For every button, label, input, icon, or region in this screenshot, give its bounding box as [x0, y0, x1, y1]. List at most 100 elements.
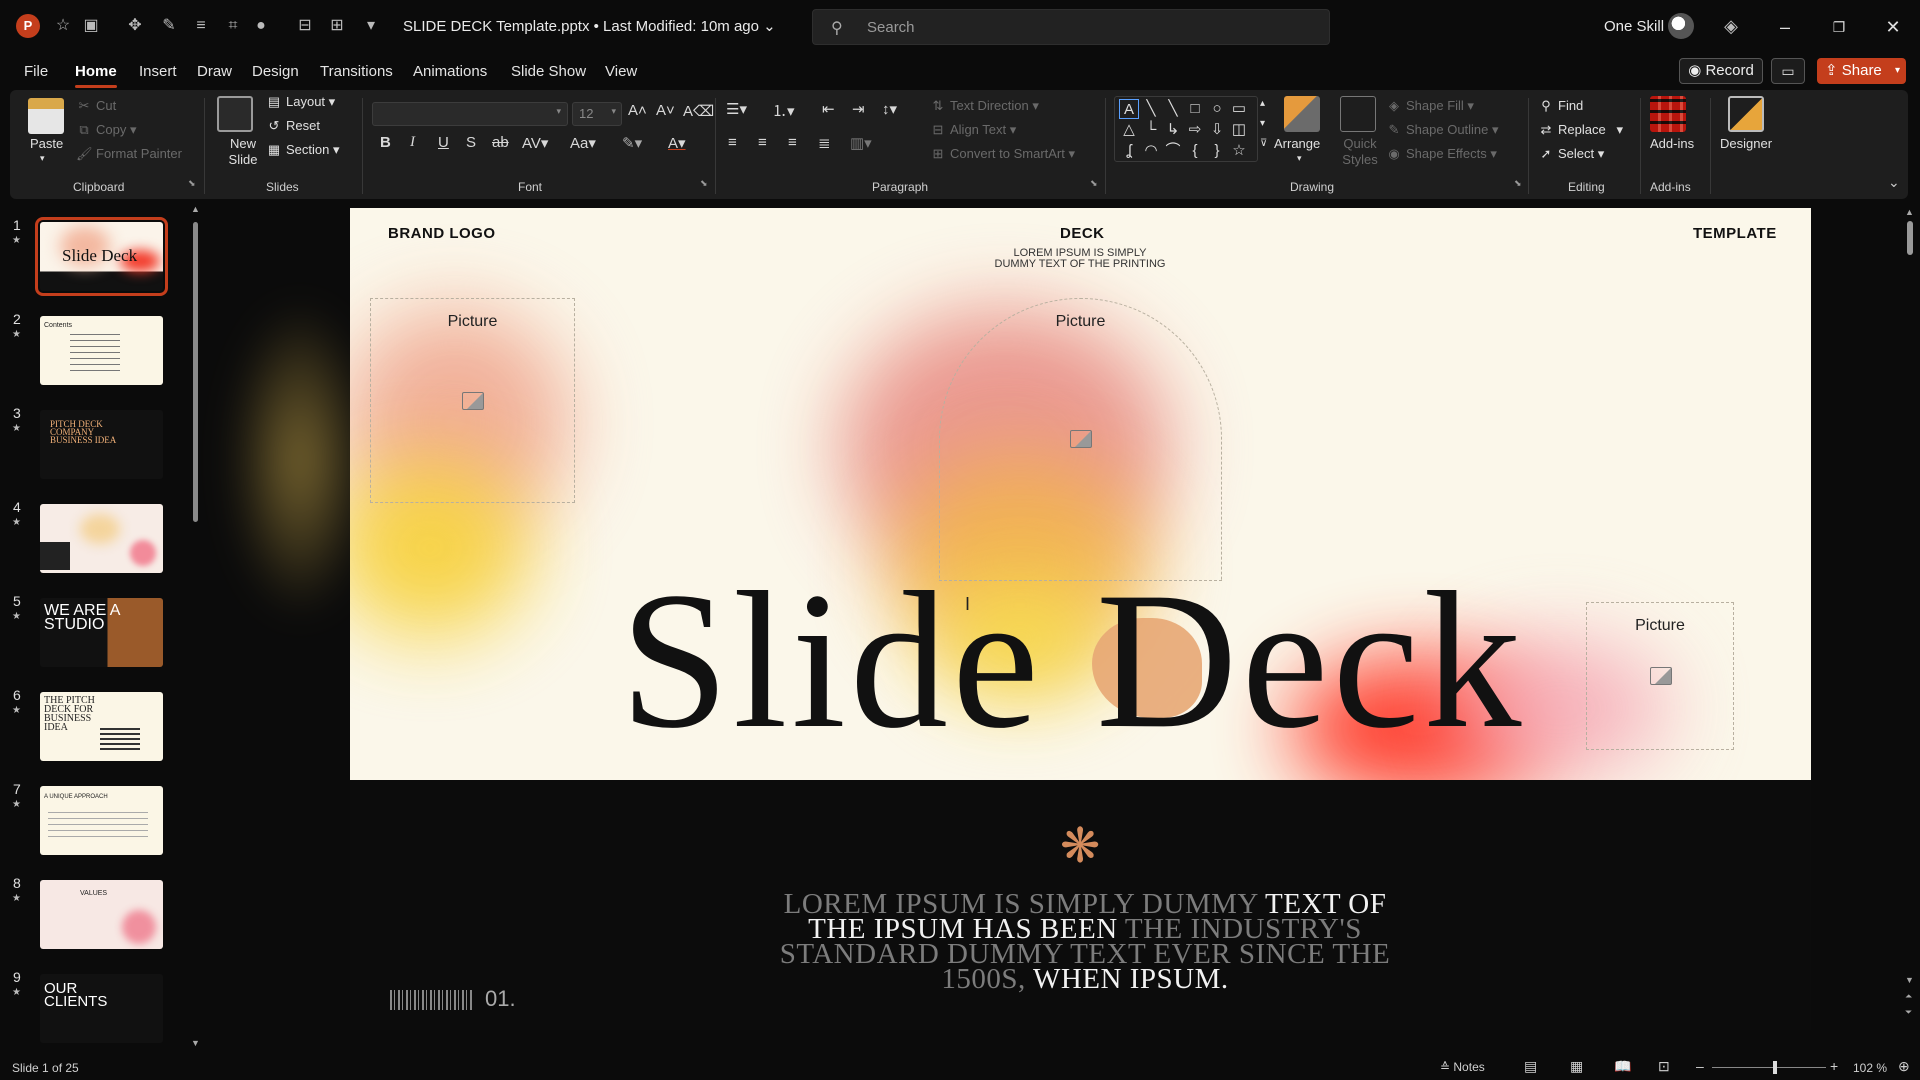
draw-icon[interactable]: ✎ [158, 15, 180, 37]
connector-shape-icon[interactable]: └ [1141, 120, 1161, 140]
canvas-scrollbar[interactable]: ▲ ▼ ⏶ ⏷ [1902, 207, 1918, 1027]
thumbnail-slide-5[interactable]: WE ARE A STUDIO [40, 598, 163, 667]
arc-shape-icon[interactable]: ⌒ [1163, 141, 1183, 161]
save-icon[interactable]: ▣ [80, 15, 102, 37]
thumbnail-slide-2[interactable]: Contents [40, 316, 163, 385]
autosave-icon[interactable]: ☆ [52, 15, 74, 37]
comments-button[interactable]: ▭ [1771, 58, 1805, 84]
decrease-indent-icon[interactable]: ⇤ [822, 100, 835, 118]
cut-button[interactable]: ✂ Cut [76, 98, 117, 114]
elbow-shape-icon[interactable]: ↳ [1163, 120, 1183, 140]
zoom-out-icon[interactable]: – [1696, 1058, 1704, 1074]
deck-heading[interactable]: DECK [1060, 225, 1105, 242]
customize-qat-icon[interactable]: ▾ [360, 15, 382, 37]
text-box-shape-icon[interactable]: A [1119, 99, 1139, 119]
decrease-font-icon[interactable]: A˅ [656, 102, 675, 119]
brand-logo-text[interactable]: BRAND LOGO [388, 225, 496, 242]
slide-title[interactable]: Slide Deck [620, 563, 1620, 759]
select-button[interactable]: ➚ Select ▾ [1538, 146, 1605, 162]
thumbnail-slide-8[interactable]: VALUES [40, 880, 163, 949]
tab-view[interactable]: View [605, 63, 637, 80]
share-dropdown-icon[interactable]: ▾ [1895, 58, 1900, 84]
thumbnail-slide-7[interactable]: A UNIQUE APPROACH [40, 786, 163, 855]
font-launcher-icon[interactable]: ⬊ [700, 178, 708, 189]
shapes-more-icon[interactable]: ⊽ [1260, 138, 1267, 149]
user-name[interactable]: One Skill [1604, 18, 1664, 35]
clipboard-launcher-icon[interactable]: ⬊ [188, 178, 196, 189]
change-case-icon[interactable]: Aa▾ [570, 134, 596, 152]
scroll-thumb[interactable] [193, 222, 198, 522]
notes-button[interactable]: ≙ Notes [1440, 1060, 1485, 1074]
align-text-button[interactable]: ⊟ Align Text ▾ [930, 122, 1017, 138]
font-color-icon[interactable]: A▾ [668, 134, 686, 152]
layout-button[interactable]: ▤ Layout ▾ [266, 94, 335, 110]
add-ins-icon[interactable] [1650, 96, 1686, 132]
tab-home[interactable]: Home [75, 63, 117, 88]
paste-icon[interactable] [28, 98, 64, 134]
template-text[interactable]: TEMPLATE [1693, 225, 1777, 242]
crop-icon[interactable]: ⌗ [222, 15, 244, 37]
previous-slide-icon[interactable]: ⏶ [1905, 991, 1912, 1002]
shadow-icon[interactable]: S [466, 134, 476, 151]
reset-button[interactable]: ↺ Reset [266, 118, 320, 134]
tab-design[interactable]: Design [252, 63, 299, 80]
thumbnails-scrollbar[interactable]: ▲ ▼ [191, 204, 200, 1050]
document-title[interactable]: SLIDE DECK Template.pptx • Last Modified… [403, 17, 776, 35]
curve-shape-icon[interactable]: ◠ [1141, 141, 1161, 161]
flowchart-shape-icon[interactable]: ◫ [1229, 120, 1249, 140]
star-shape-icon[interactable]: ☆ [1229, 141, 1249, 161]
zoom-in-icon[interactable]: + [1830, 1058, 1838, 1074]
drawing-launcher-icon[interactable]: ⬊ [1514, 178, 1522, 189]
deck-subheading[interactable]: LOREM IPSUM IS SIMPLY DUMMY TEXT OF THE … [970, 248, 1190, 270]
new-slide-icon[interactable] [217, 96, 253, 132]
rectangle-shape-icon[interactable]: □ [1185, 99, 1205, 119]
oval-shape-icon[interactable]: ○ [1207, 99, 1227, 119]
replace-button[interactable]: ⇄ Replace ▾ [1538, 122, 1624, 138]
scroll-up-icon[interactable]: ▲ [191, 204, 200, 214]
slide-sorter-icon[interactable]: ▦ [1570, 1058, 1583, 1075]
shapes-scroll-down-icon[interactable]: ▾ [1260, 118, 1265, 129]
highlight-icon[interactable]: ✎▾ [622, 134, 642, 152]
thumbnail-slide-6[interactable]: THE PITCH DECK FOR BUSINESS IDEA [40, 692, 163, 761]
font-name-combo[interactable]: ▾ [372, 102, 568, 126]
quick-styles-icon[interactable] [1340, 96, 1376, 132]
scroll-up-icon[interactable]: ▲ [1905, 207, 1914, 217]
character-spacing-icon[interactable]: AV▾ [522, 134, 548, 152]
scroll-thumb[interactable] [1907, 221, 1913, 255]
minimize-icon[interactable]: – [1770, 14, 1800, 40]
align-right-icon[interactable]: ≡ [788, 134, 797, 151]
insert-picture-icon[interactable] [1650, 667, 1672, 685]
arrow-down-shape-icon[interactable]: ⇩ [1207, 120, 1227, 140]
align-icon[interactable]: ≡ [190, 15, 212, 37]
scroll-down-icon[interactable]: ▼ [1905, 975, 1914, 985]
find-button[interactable]: ⚲ Find [1538, 98, 1583, 114]
text-direction-button[interactable]: ⇅ Text Direction ▾ [930, 98, 1039, 114]
tab-animations[interactable]: Animations [413, 63, 487, 80]
scroll-down-icon[interactable]: ▼ [191, 1038, 200, 1048]
underline-icon[interactable]: U [438, 134, 449, 151]
collapse-ribbon-icon[interactable]: ⌄ [1888, 174, 1900, 191]
insert-picture-icon[interactable] [462, 392, 484, 410]
restore-icon[interactable]: ❐ [1824, 14, 1854, 40]
zoom-slider-thumb[interactable] [1772, 1061, 1777, 1074]
shapes-scroll-up-icon[interactable]: ▴ [1260, 98, 1265, 109]
tab-insert[interactable]: Insert [139, 63, 177, 80]
tab-slide-show[interactable]: Slide Show [511, 63, 586, 80]
section-button[interactable]: ▦ Section ▾ [266, 142, 340, 158]
designer-icon[interactable] [1728, 96, 1764, 132]
shape-effects-button[interactable]: ◉ Shape Effects ▾ [1386, 146, 1497, 162]
copy-button[interactable]: ⧉ Copy ▾ [76, 122, 136, 138]
tab-draw[interactable]: Draw [197, 63, 232, 80]
search-input[interactable]: ⚲ Search [812, 9, 1330, 45]
designer-button[interactable]: Designer [1720, 136, 1772, 151]
arrange-dropdown-icon[interactable]: ▾ [1297, 153, 1302, 164]
format-painter-button[interactable]: 🖌 Format Painter [76, 146, 182, 162]
shape-icon[interactable]: ● [250, 15, 272, 37]
font-size-combo[interactable]: 12 ▾ [572, 102, 622, 126]
line-shape-icon[interactable]: ╲ [1141, 99, 1161, 119]
arrange-icon[interactable]: ⊟ [294, 15, 316, 37]
numbering-icon[interactable]: ⒈▾ [772, 100, 795, 121]
new-slide-button[interactable]: New Slide [223, 136, 263, 168]
shape-outline-button[interactable]: ✎ Shape Outline ▾ [1386, 122, 1499, 138]
italic-icon[interactable]: I [410, 134, 415, 151]
